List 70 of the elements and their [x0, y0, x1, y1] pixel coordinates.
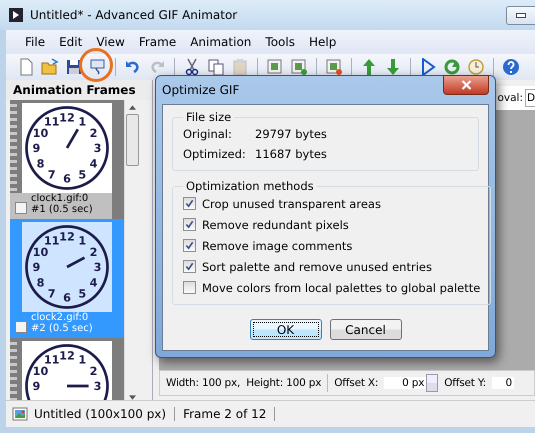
checkbox[interactable]: [15, 321, 27, 333]
width-label: Width: 100 px,: [166, 377, 240, 389]
checkbox[interactable]: [183, 197, 196, 210]
frame-info: #2 (0.5 sec): [31, 323, 93, 334]
menu-item[interactable]: File: [18, 35, 52, 49]
scrollbar[interactable]: [124, 100, 140, 400]
size-label: Original:: [183, 127, 233, 141]
menu-item[interactable]: Frame: [132, 35, 184, 49]
size-label: Optimized:: [183, 147, 247, 161]
checkbox[interactable]: [183, 281, 196, 294]
height-label: Height: 100 px: [246, 377, 322, 389]
frame-name: clock2.gif:0: [31, 312, 88, 323]
minimize-button[interactable]: [506, 6, 535, 24]
picture-icon[interactable]: [290, 58, 308, 76]
frame-info: #1 (0.5 sec): [31, 204, 93, 215]
help-icon[interactable]: [502, 58, 520, 76]
folder-icon[interactable]: [41, 58, 59, 76]
status-text: Frame 2 of 12: [183, 407, 276, 421]
field-label: oval:: [497, 92, 523, 104]
checkbox[interactable]: [183, 239, 196, 252]
option-label[interactable]: Move colors from local palettes to global palette: [202, 280, 480, 294]
picture-icon: [12, 406, 28, 422]
clock-image: 1112 1 10 2 9 3 8 4 7 6 5: [22, 103, 112, 193]
group-title: File size: [185, 110, 232, 124]
option-label[interactable]: Remove redundant pixels: [202, 218, 349, 232]
picture-icon[interactable]: [266, 58, 284, 76]
clock-image: 1112 1 10 2 9 3: [22, 341, 112, 400]
optimize-icon[interactable]: [89, 58, 107, 76]
picture-icon[interactable]: [325, 58, 343, 76]
menu-item[interactable]: Edit: [52, 35, 90, 49]
down-arrow-icon[interactable]: [384, 58, 402, 76]
close-button[interactable]: [443, 75, 489, 95]
save-icon[interactable]: [65, 58, 83, 76]
frame-name: clock1.gif:0: [31, 193, 88, 204]
loop-icon[interactable]: [443, 58, 461, 76]
animation-frame-item[interactable]: 1112 1 10 2 9 3 8 4 7 6 5 clock2.gif:0 #2 (0.5 sec): [10, 219, 124, 338]
play-icon[interactable]: [419, 58, 437, 76]
offset-y-field[interactable]: 0: [492, 377, 514, 389]
menu-item[interactable]: Animation: [183, 35, 258, 49]
checkbox[interactable]: [183, 218, 196, 231]
close-icon: [460, 80, 472, 90]
field-label: Offset X:: [334, 377, 378, 389]
field-label: Offset Y:: [444, 377, 486, 389]
dialog-title: Optimize GIF: [162, 83, 240, 97]
option-label[interactable]: Crop unused transparent areas: [202, 196, 381, 210]
size-value: 11687 bytes: [255, 147, 327, 161]
size-value: 29797 bytes: [255, 127, 327, 141]
menu-item[interactable]: Tools: [258, 35, 302, 49]
scroll-up-icon[interactable]: [129, 105, 136, 110]
up-arrow-icon[interactable]: [360, 58, 378, 76]
menu-item[interactable]: View: [89, 35, 132, 49]
disposal-field[interactable]: D: [525, 89, 535, 107]
panel-title: Animation Frames: [6, 80, 152, 100]
offset-x-field[interactable]: 0 px: [384, 377, 426, 389]
option-label[interactable]: Remove image comments: [202, 238, 352, 252]
checkbox[interactable]: [15, 202, 27, 214]
clock-image: 1112 1 10 2 9 3 8 4 7 6 5: [22, 222, 112, 312]
clock-icon[interactable]: [467, 58, 485, 76]
group-title: Optimization methods: [185, 179, 315, 193]
window-title: Untitled* - Advanced GIF Animator: [30, 8, 238, 22]
scissors-icon[interactable]: [183, 58, 201, 76]
cancel-button[interactable]: Cancel: [330, 319, 402, 340]
menu-item[interactable]: Help: [302, 35, 344, 49]
copy-icon[interactable]: [207, 58, 225, 76]
option-label[interactable]: Sort palette and remove unused entries: [202, 260, 432, 274]
ok-button[interactable]: OK: [250, 319, 322, 340]
film-icon: [8, 7, 24, 23]
checkbox[interactable]: [183, 260, 196, 273]
status-text: Untitled (100x100 px): [34, 407, 176, 421]
scroll-thumb[interactable]: [126, 114, 139, 166]
